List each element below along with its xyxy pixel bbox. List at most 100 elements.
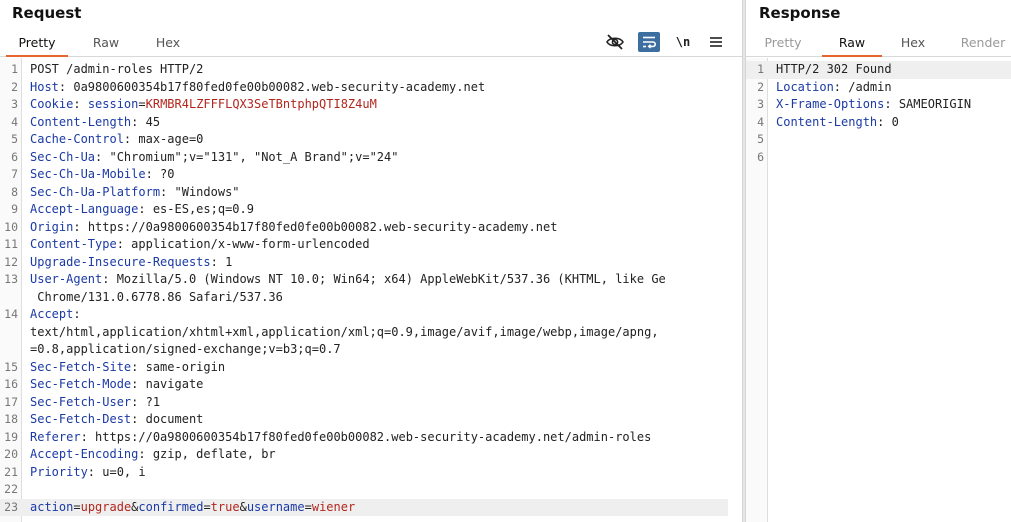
line-content: POST /admin-roles HTTP/2: [30, 61, 728, 79]
code-line[interactable]: 5 Cache-Control: max-age=0: [0, 131, 728, 149]
tab-render[interactable]: Render: [946, 30, 1011, 57]
header-colon: :: [131, 114, 146, 129]
line-content: X-Frame-Options: SAMEORIGIN: [776, 96, 1011, 114]
line-content: Upgrade-Insecure-Requests: 1: [30, 254, 728, 272]
eye-slash-icon[interactable]: [604, 32, 626, 52]
response-title: Response: [759, 4, 841, 22]
header-value: https://0a9800600354b17f80fed0fe00b00082…: [95, 429, 652, 444]
header-value: same-origin: [145, 359, 226, 374]
header-value: "Chromium";v="131", "Not_A Brand";v="24": [109, 149, 399, 164]
tab-pretty[interactable]: Pretty: [750, 30, 816, 57]
tab-pretty[interactable]: Pretty: [6, 30, 68, 57]
menu-icon[interactable]: [705, 32, 727, 52]
tab-raw[interactable]: Raw: [822, 30, 882, 57]
request-code[interactable]: 1 POST /admin-roles HTTP/2 2 Host: 0a980060…: [0, 58, 742, 522]
header-name: Sec-Ch-Ua: [30, 149, 96, 164]
header-colon: :: [210, 254, 226, 269]
header-value: u=0, i: [102, 464, 146, 479]
code-line[interactable]: 11 Content-Type: application/x-www-form-u…: [0, 236, 728, 254]
code-line[interactable]: 3 Cookie: session=KRMBR4LZFFFLQX3SeTBntph…: [0, 96, 728, 114]
line-content: Referer: https://0a9800600354b17f80fed0f…: [30, 429, 728, 447]
line-content: Content-Type: application/x-www-form-url…: [30, 236, 728, 254]
code-line[interactable]: 1 HTTP/2 302 Found: [746, 61, 1011, 79]
response-tabs: Pretty Raw Hex Render: [746, 30, 1011, 57]
tab-hex[interactable]: Hex: [886, 30, 940, 57]
code-line[interactable]: 7 Sec-Ch-Ua-Mobile: ?0: [0, 166, 728, 184]
code-line[interactable]: 18 Sec-Fetch-Dest: document: [0, 411, 728, 429]
header-colon: :: [87, 464, 103, 479]
header-name: Origin: [30, 219, 74, 234]
header-colon: :: [131, 394, 146, 409]
code-line[interactable]: 3 X-Frame-Options: SAMEORIGIN: [746, 96, 1011, 114]
header-colon: :: [95, 149, 110, 164]
response-code[interactable]: 1 HTTP/2 302 Found 2 Location: /admin 3 X-Fra…: [746, 58, 1011, 522]
code-line[interactable]: 23 action=upgrade&confirmed=true&username…: [0, 498, 728, 516]
header-colon: :: [138, 202, 153, 216]
line-content: Accept-Encoding: gzip, deflate, br: [30, 446, 728, 464]
header-value: 0: [891, 114, 899, 129]
line-number: 20: [4, 447, 18, 461]
param-name: username: [246, 499, 305, 514]
line-number: 18: [4, 412, 18, 426]
code-line[interactable]: 10 Origin: https://0a9800600354b17f80fed0…: [0, 219, 728, 237]
header-colon: :: [160, 184, 175, 199]
header-name: Accept-Language: [30, 202, 139, 216]
cookie-value: KRMBR4LZFFFLQX3SeTBntphpQTI8Z4uM: [145, 97, 377, 111]
code-line[interactable]: 13 User-Agent: Mozilla/5.0 (Windows NT 10…: [0, 271, 728, 289]
header-name: Content-Length: [776, 114, 878, 129]
code-line[interactable]: 4 Content-Length: 0: [746, 114, 1011, 132]
code-line[interactable]: 9 Accept-Language: es-ES,es;q=0.9: [0, 201, 728, 219]
line-number: 10: [4, 219, 18, 234]
cookie-name: session: [87, 97, 139, 111]
code-line[interactable]: 6: [746, 149, 1011, 167]
code-line[interactable]: 8 Sec-Ch-Ua-Platform: "Windows": [0, 184, 728, 202]
line-content: Cookie: session=KRMBR4LZFFFLQX3SeTBntphp…: [30, 96, 728, 114]
code-line[interactable]: 1 POST /admin-roles HTTP/2: [0, 61, 728, 79]
header-name: Sec-Fetch-Site: [30, 359, 132, 374]
code-line[interactable]: 17 Sec-Fetch-User: ?1: [0, 394, 728, 412]
code-line[interactable]: 22: [0, 481, 728, 499]
line-number: 1: [757, 62, 764, 76]
code-line[interactable]: 2 Host: 0a9800600354b17f80fed0fe00b00082.…: [0, 79, 728, 97]
code-line[interactable]: 5: [746, 131, 1011, 149]
code-line[interactable]: 19 Referer: https://0a9800600354b17f80fed…: [0, 429, 728, 447]
response-editor[interactable]: 1 HTTP/2 302 Found 2 Location: /admin 3 X-Fra…: [746, 58, 1011, 522]
line-content: Origin: https://0a9800600354b17f80fed0fe…: [30, 219, 728, 237]
line-number: 19: [4, 429, 18, 444]
code-line[interactable]: 4 Content-Length: 45: [0, 114, 728, 132]
header-value: 1: [225, 254, 233, 269]
header-name: Referer: [30, 429, 81, 444]
line-number: 6: [11, 149, 18, 164]
header-value: document: [145, 412, 204, 426]
code-line[interactable]: 14 Accept:: [0, 306, 728, 324]
code-line[interactable]: 21 Priority: u=0, i: [0, 464, 728, 482]
code-line[interactable]: 6 Sec-Ch-Ua: "Chromium";v="131", "Not_A B…: [0, 149, 728, 167]
line-number: 3: [11, 97, 18, 111]
header-name: Location: [776, 79, 834, 94]
line-content: Accept-Language: es-ES,es;q=0.9: [30, 201, 728, 219]
code-line[interactable]: 20 Accept-Encoding: gzip, deflate, br: [0, 446, 728, 464]
code-line[interactable]: 15 Sec-Fetch-Site: same-origin: [0, 359, 728, 377]
tab-hex[interactable]: Hex: [142, 30, 194, 57]
line-number: 11: [4, 237, 18, 251]
word-wrap-icon[interactable]: [638, 32, 660, 52]
header-name: Host: [30, 79, 59, 94]
line-number: 15: [4, 359, 18, 374]
line-content: Content-Length: 0: [776, 114, 1011, 132]
line-content: Sec-Ch-Ua-Mobile: ?0: [30, 166, 728, 184]
code-line[interactable]: 2 Location: /admin: [746, 79, 1011, 97]
line-content: Sec-Ch-Ua-Platform: "Windows": [30, 184, 728, 202]
request-tabs: Pretty Raw Hex: [0, 30, 742, 57]
request-editor[interactable]: 1 POST /admin-roles HTTP/2 2 Host: 0a980060…: [0, 58, 742, 522]
header-name: Sec-Fetch-Mode: [30, 377, 132, 391]
line-content: User-Agent: Mozilla/5.0 (Windows NT 10.0…: [30, 271, 728, 289]
header-name: Sec-Ch-Ua-Platform: [30, 184, 161, 199]
header-value: navigate: [145, 377, 204, 391]
tab-raw[interactable]: Raw: [78, 30, 134, 57]
newline-icon[interactable]: \n: [672, 32, 694, 52]
header-value: gzip, deflate, br: [152, 447, 276, 461]
line-number: 21: [4, 464, 18, 479]
code-line[interactable]: 16 Sec-Fetch-Mode: navigate: [0, 376, 728, 394]
code-line[interactable]: 12 Upgrade-Insecure-Requests: 1: [0, 254, 728, 272]
header-colon: :: [138, 447, 153, 461]
